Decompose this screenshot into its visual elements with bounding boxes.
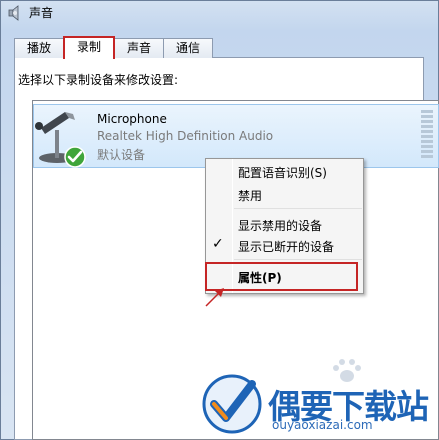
default-check-icon (64, 146, 86, 168)
tab-strip: 播放 录制 声音 通信 (14, 36, 424, 59)
device-name: Microphone (97, 112, 167, 126)
speaker-icon (8, 5, 19, 21)
menu-item-configure-speech[interactable]: 配置语音识别(S) (238, 164, 327, 181)
menu-item-show-disconnected[interactable]: 显示已断开的设备 (238, 238, 334, 255)
device-status: 默认设备 (97, 148, 146, 162)
menu-item-show-disabled[interactable]: 显示禁用的设备 (238, 217, 322, 234)
watermark-logo (202, 374, 262, 434)
menu-separator (234, 259, 362, 260)
menu-separator (234, 208, 362, 209)
title-bar[interactable]: 声音 (0, 0, 437, 26)
tab-playback[interactable]: 播放 (14, 38, 64, 58)
checkmark-icon: ✓ (212, 236, 224, 252)
arrow-icon (205, 288, 224, 307)
tab-sounds[interactable]: 声音 (114, 38, 164, 58)
menu-item-disable[interactable]: 禁用 (238, 187, 262, 204)
tab-recording[interactable]: 录制 (63, 36, 115, 59)
level-meter (421, 110, 433, 158)
device-driver: Realtek High Definition Audio (97, 129, 274, 143)
watermark-url: ouyaoxiazai.com (272, 418, 373, 432)
tab-communications[interactable]: 通信 (163, 38, 213, 58)
window-title: 声音 (29, 6, 54, 20)
instruction-text: 选择以下录制设备来修改设置: (18, 73, 179, 87)
